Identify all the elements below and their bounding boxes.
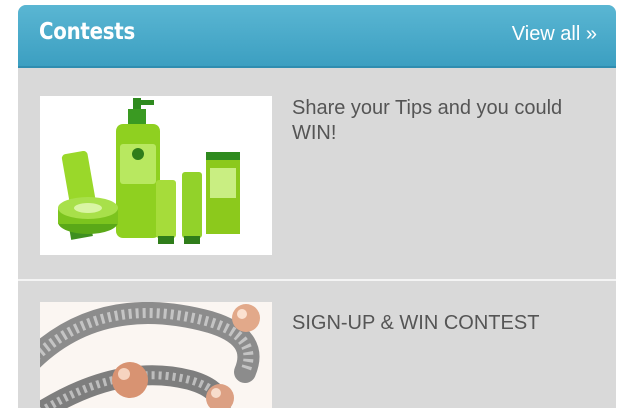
- skincare-products-image[interactable]: [40, 96, 272, 255]
- magnetic-bracelet-image[interactable]: [40, 302, 272, 408]
- contest-title[interactable]: SIGN-UP & WIN CONTEST: [292, 311, 592, 336]
- widget-header: Contests View all »: [18, 5, 616, 68]
- widget-title: Contests: [39, 19, 135, 45]
- contests-widget: Contests View all » Share your Tips and …: [18, 5, 616, 408]
- contest-item[interactable]: SIGN-UP & WIN CONTEST: [18, 281, 616, 408]
- view-all-link[interactable]: View all »: [512, 23, 597, 46]
- contest-item[interactable]: Share your Tips and you could WIN!: [18, 68, 616, 281]
- contest-title[interactable]: Share your Tips and you could WIN!: [292, 96, 592, 146]
